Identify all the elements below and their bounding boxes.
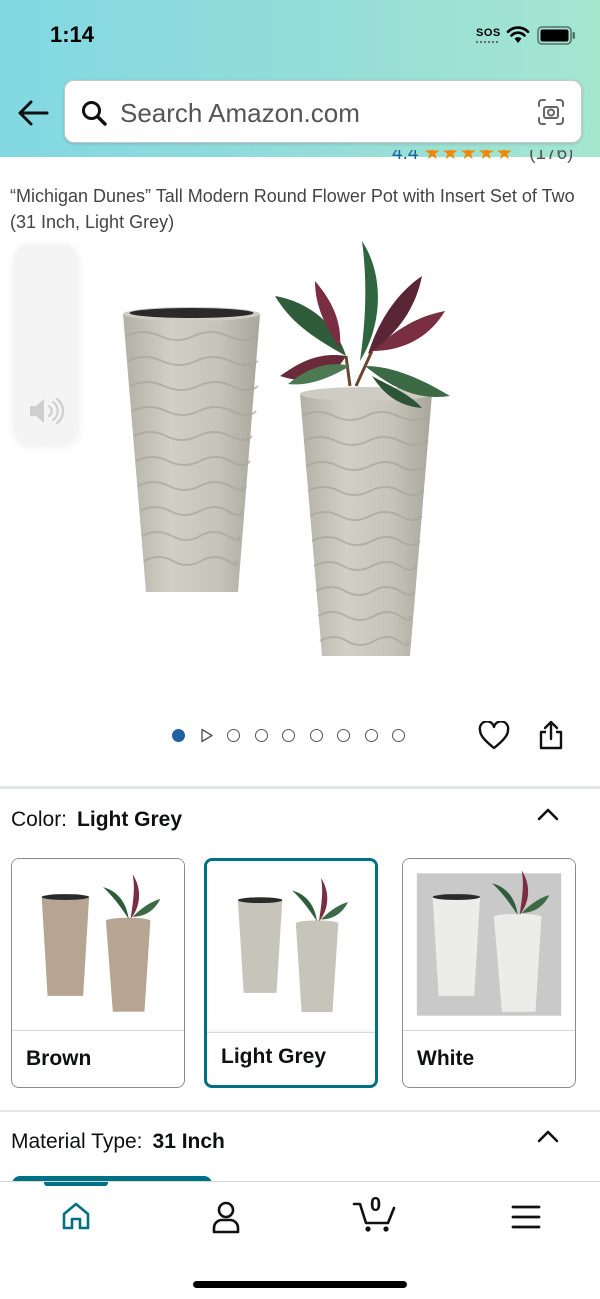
cart-count: 0: [370, 1194, 382, 1216]
swatch-thumbnail: [207, 861, 375, 1033]
carousel-dot[interactable]: [172, 729, 185, 742]
carousel-dot[interactable]: [255, 729, 268, 742]
share-icon[interactable]: [537, 719, 565, 751]
chevron-up-icon[interactable]: [537, 807, 559, 821]
search-icon: [82, 101, 107, 126]
rating-summary[interactable]: 4.4 ★★★★★ (176): [392, 150, 572, 166]
carousel-dot[interactable]: [282, 729, 295, 742]
carousel-dot[interactable]: [392, 729, 405, 742]
search-input[interactable]: Search Amazon.com: [64, 80, 582, 143]
color-selector-header[interactable]: Color: Light Grey: [11, 808, 182, 832]
rating-count: (176): [529, 150, 572, 164]
video-play-icon[interactable]: [200, 728, 214, 743]
back-arrow-icon[interactable]: [16, 98, 50, 128]
swatch-label: Light Grey: [221, 1045, 327, 1068]
bottom-nav: 0: [0, 1181, 600, 1299]
header: 1:14 SOS Search Amazon.com: [0, 0, 600, 157]
swatch-label: Brown: [26, 1047, 92, 1070]
chevron-up-icon[interactable]: [537, 1129, 559, 1143]
carousel-dot[interactable]: [227, 729, 240, 742]
sos-indicator: SOS: [476, 27, 501, 43]
swatch-thumbnail: [403, 859, 575, 1031]
color-selected-value: Light Grey: [77, 808, 183, 831]
section-divider: [0, 786, 600, 789]
battery-icon: [537, 26, 575, 45]
product-image[interactable]: [110, 236, 490, 666]
video-sound-panel[interactable]: [14, 244, 78, 444]
account-icon[interactable]: [210, 1200, 242, 1234]
nav-active-indicator: [44, 1182, 108, 1186]
section-divider: [0, 1110, 600, 1112]
color-swatch-white[interactable]: White: [402, 858, 576, 1088]
carousel-dot[interactable]: [365, 729, 378, 742]
color-swatch-brown[interactable]: Brown: [11, 858, 185, 1088]
material-selector-header[interactable]: Material Type: 31 Inch: [11, 1130, 225, 1154]
heart-icon[interactable]: [478, 721, 510, 751]
menu-icon[interactable]: [511, 1204, 541, 1230]
color-swatch-light-grey[interactable]: Light Grey: [204, 858, 378, 1088]
wifi-icon: [506, 26, 530, 43]
carousel-dot[interactable]: [337, 729, 350, 742]
status-time: 1:14: [50, 22, 95, 47]
material-selected-value: 31 Inch: [152, 1130, 225, 1153]
camera-scan-icon[interactable]: [537, 98, 565, 126]
speaker-icon[interactable]: [27, 396, 65, 426]
home-icon[interactable]: [60, 1200, 92, 1232]
rating-stars: ★★★★★: [423, 150, 514, 164]
carousel-dot[interactable]: [310, 729, 323, 742]
rating-value: 4.4: [392, 150, 419, 164]
swatch-thumbnail: [12, 859, 184, 1031]
material-label: Material Type:: [11, 1130, 143, 1153]
home-indicator-bar: [193, 1281, 407, 1288]
search-placeholder: Search Amazon.com: [120, 98, 360, 128]
product-title: “Michigan Dunes” Tall Modern Round Flowe…: [10, 186, 575, 232]
swatch-label: White: [417, 1047, 475, 1070]
color-label: Color:: [11, 808, 68, 831]
